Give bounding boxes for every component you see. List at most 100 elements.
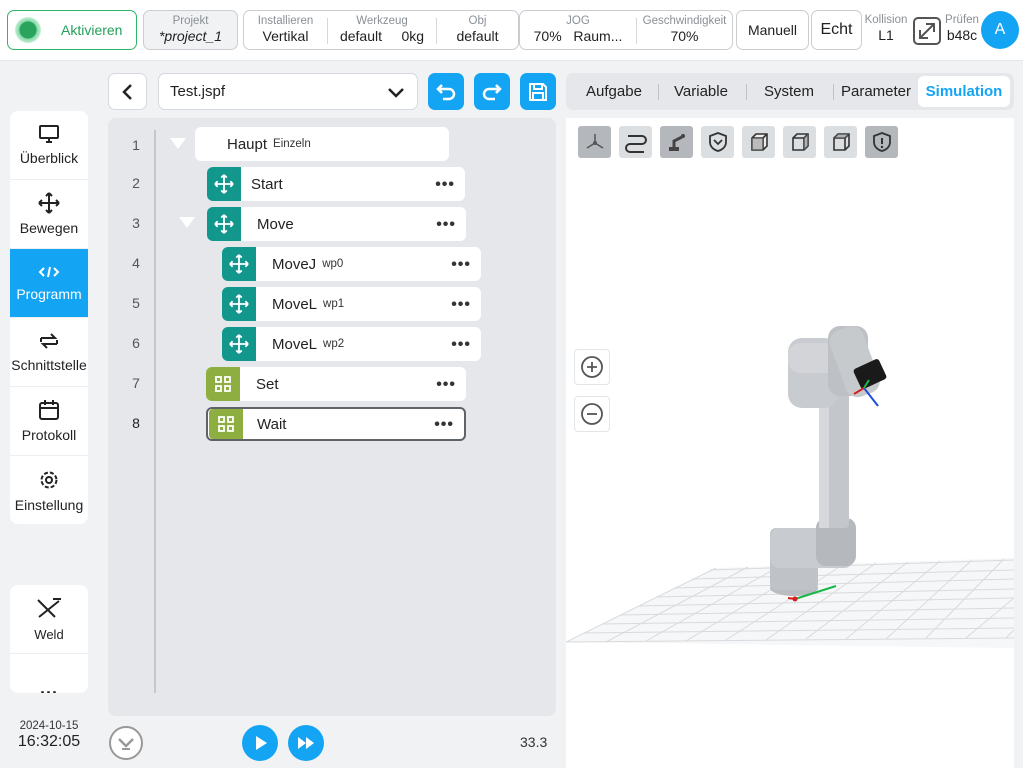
tab-simulation[interactable]: Simulation xyxy=(918,76,1010,107)
time-text: 16:32:05 xyxy=(17,733,81,750)
node-name: MoveL xyxy=(272,335,318,353)
play-button[interactable] xyxy=(242,725,278,766)
tab-parameter[interactable]: Parameter xyxy=(836,73,916,110)
grid-icon xyxy=(206,367,240,401)
status-dot-icon xyxy=(15,17,41,43)
tool-cell[interactable]: Werkzeug default 0kg xyxy=(328,11,436,49)
node-sub: wp0 xyxy=(322,258,344,270)
manual-mode-button[interactable]: Manuell xyxy=(736,10,809,50)
speed-cell[interactable]: Geschwindigkeit 70% xyxy=(637,11,732,49)
step-button[interactable] xyxy=(288,725,324,766)
cube-front-icon[interactable] xyxy=(742,126,775,158)
obj-cell[interactable]: Obj default xyxy=(437,11,518,49)
simulation-view[interactable] xyxy=(566,118,1014,768)
file-selector[interactable]: Test.jspf xyxy=(158,73,418,110)
tool-weight: 0kg xyxy=(401,28,425,44)
tab-system[interactable]: System xyxy=(748,73,830,110)
nav-item-move[interactable]: Bewegen xyxy=(10,180,88,249)
more-options-icon[interactable]: ••• xyxy=(434,416,454,434)
nav-item-more[interactable]: ... xyxy=(10,654,88,693)
cube-top-icon[interactable] xyxy=(824,126,857,158)
speed-label: Geschwindigkeit xyxy=(642,15,727,27)
tree-guide-line xyxy=(154,130,156,693)
tree-node-set[interactable]: Set ••• xyxy=(206,367,466,401)
nav-item-program[interactable]: Programm xyxy=(10,249,88,318)
nav-label: Protokoll xyxy=(21,427,77,443)
move-icon xyxy=(207,207,241,241)
project-selector[interactable]: Projekt *project_1 xyxy=(143,10,238,50)
speed-value: 70% xyxy=(670,28,699,44)
chevron-left-icon xyxy=(121,83,132,100)
line-number: 7 xyxy=(132,375,140,391)
jog-label: JOG xyxy=(566,15,590,27)
robot-arm-icon[interactable] xyxy=(660,126,693,158)
jog-cell[interactable]: JOG 70% Raum... xyxy=(520,11,636,49)
tree-node-movel[interactable]: MoveL wp2 ••• xyxy=(222,327,481,361)
axis-view-icon[interactable] xyxy=(578,126,611,158)
line-number: 6 xyxy=(132,335,140,351)
line-number: 4 xyxy=(132,255,140,271)
undo-icon xyxy=(436,83,456,100)
check-value: b48c xyxy=(946,27,978,43)
node-sub: wp2 xyxy=(323,338,345,350)
more-options-icon[interactable]: ••• xyxy=(435,176,455,194)
more-options-icon[interactable]: ••• xyxy=(451,296,471,314)
activate-label: Aktivieren xyxy=(61,22,123,38)
move-icon xyxy=(222,327,256,361)
redo-button[interactable] xyxy=(474,73,510,110)
node-sub: wp1 xyxy=(323,298,345,310)
check-label: Prüfen xyxy=(945,14,979,26)
save-button[interactable] xyxy=(520,73,556,110)
nav-item-overview[interactable]: Überblick xyxy=(10,111,88,180)
collapse-toggle-icon[interactable] xyxy=(170,138,186,149)
expand-icon[interactable] xyxy=(912,16,942,51)
collision-cell[interactable]: Kollision L1 xyxy=(862,10,910,48)
robot-scene xyxy=(566,326,1014,648)
tree-node-main[interactable]: Haupt Einzeln xyxy=(195,127,449,161)
fast-forward-icon xyxy=(288,725,324,761)
tree-node-wait[interactable]: Wait ••• xyxy=(206,407,466,441)
install-label: Installieren xyxy=(257,15,314,27)
undo-button[interactable] xyxy=(428,73,464,110)
more-options-icon[interactable]: ••• xyxy=(451,336,471,354)
more-options-icon[interactable]: ••• xyxy=(436,216,456,234)
plugin-nav: Weld ... xyxy=(10,585,88,693)
nav-item-weld[interactable]: Weld xyxy=(10,585,88,654)
tree-node-movej[interactable]: MoveJ wp0 ••• xyxy=(222,247,481,281)
collision-value: L1 xyxy=(878,27,894,43)
nav-item-log[interactable]: Protokoll xyxy=(10,387,88,456)
back-button[interactable] xyxy=(108,73,147,110)
more-options-icon[interactable]: ••• xyxy=(451,256,471,274)
chevron-down-icon xyxy=(388,88,404,98)
redo-icon xyxy=(482,83,502,100)
avatar[interactable]: A xyxy=(981,11,1019,49)
scroll-down-button[interactable] xyxy=(108,725,144,766)
tree-node-start[interactable]: Start ••• xyxy=(207,167,465,201)
node-name: Haupt xyxy=(227,135,268,153)
activate-button[interactable]: Aktivieren xyxy=(7,10,137,50)
nav-item-settings[interactable]: Einstellung xyxy=(10,456,88,524)
tree-node-movel[interactable]: MoveL wp1 ••• xyxy=(222,287,481,321)
play-icon xyxy=(242,725,278,761)
nav-label: Einstellung xyxy=(14,496,84,513)
tab-task[interactable]: Aufgabe xyxy=(572,73,656,110)
calendar-icon xyxy=(39,400,59,420)
check-cell[interactable]: Prüfen b48c xyxy=(944,10,980,48)
collapse-toggle-icon[interactable] xyxy=(179,217,195,228)
more-options-icon[interactable]: ••• xyxy=(436,376,456,394)
shield-icon[interactable] xyxy=(701,126,734,158)
date-text: 2024-10-15 xyxy=(19,720,79,732)
tree-node-move[interactable]: Move ••• xyxy=(207,207,466,241)
install-cell[interactable]: Installieren Vertikal xyxy=(244,11,327,49)
cube-side-icon[interactable] xyxy=(783,126,816,158)
nav-item-interface[interactable]: Schnittstelle xyxy=(10,318,88,387)
nav-label: Schnittstelle xyxy=(11,357,87,373)
clock: 2024-10-15 16:32:05 xyxy=(10,720,88,751)
safety-shield-icon[interactable] xyxy=(865,126,898,158)
tab-divider xyxy=(746,84,747,100)
jog-value: 70% xyxy=(533,28,562,44)
path-icon[interactable] xyxy=(619,126,652,158)
tab-variable[interactable]: Variable xyxy=(660,73,742,110)
real-mode-button[interactable]: Echt xyxy=(811,10,862,50)
node-name: MoveJ xyxy=(272,255,317,273)
